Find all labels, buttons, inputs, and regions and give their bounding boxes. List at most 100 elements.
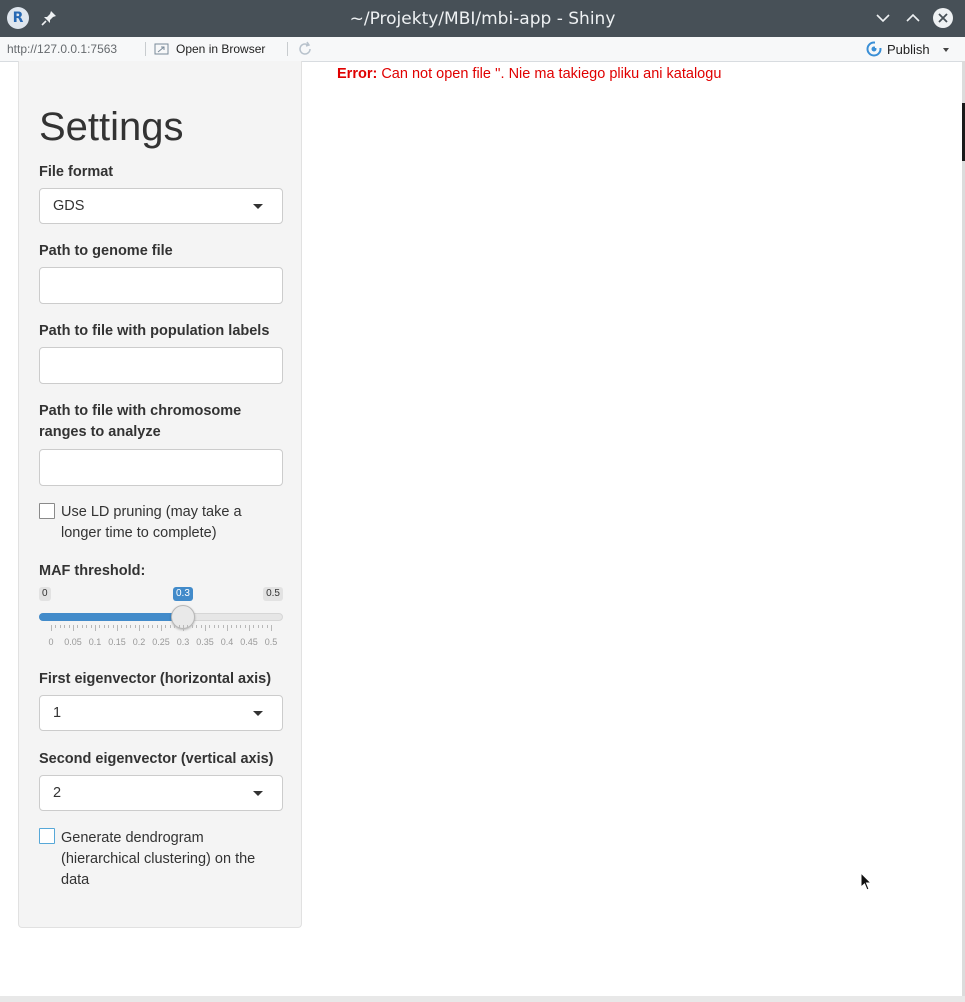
slider-tick bbox=[108, 625, 110, 628]
slider-tick bbox=[266, 625, 268, 628]
ranges-path-label: Path to file with chromosome ranges to a… bbox=[39, 403, 242, 440]
ld-pruning-checkbox[interactable] bbox=[39, 503, 55, 519]
toolbar-separator bbox=[145, 42, 146, 56]
slider-tick bbox=[213, 625, 215, 628]
slider-tick bbox=[68, 625, 70, 628]
window-bottom-strip bbox=[0, 996, 965, 1002]
error-message: Error: Can not open file ''. Nie ma taki… bbox=[337, 66, 721, 82]
slider-tick bbox=[77, 625, 79, 628]
file-format-value: GDS bbox=[53, 198, 85, 214]
genome-path-input[interactable] bbox=[39, 267, 283, 304]
slider-tick bbox=[121, 625, 123, 628]
slider-tick bbox=[139, 625, 140, 631]
ld-pruning-label: Use LD pruning (may take a longer time t… bbox=[61, 504, 242, 541]
slider-tick bbox=[99, 625, 101, 628]
slider-tick bbox=[178, 625, 180, 628]
browser-icon bbox=[154, 43, 169, 55]
ranges-path-input[interactable] bbox=[39, 449, 283, 486]
viewer-toolbar: http://127.0.0.1:7563 Open in Browser Pu… bbox=[0, 37, 965, 62]
toolbar-separator bbox=[287, 42, 288, 56]
chevron-down-icon bbox=[253, 791, 263, 796]
slider-tick bbox=[134, 625, 136, 628]
slider-value-label: 0.3 bbox=[173, 587, 193, 601]
window-titlebar: R ~/Projekty/MBI/mbi-app - Shiny bbox=[0, 0, 965, 37]
settings-sidebar: Settings File format GDS Path to genome … bbox=[18, 61, 302, 928]
slider-tick bbox=[235, 625, 237, 628]
slider-tick bbox=[191, 625, 193, 628]
error-text: Can not open file ''. Nie ma takiego pli… bbox=[381, 66, 722, 82]
maximize-icon[interactable] bbox=[902, 7, 924, 29]
slider-tick bbox=[156, 625, 158, 628]
second-eigenvector-select[interactable]: 2 bbox=[39, 775, 283, 811]
slider-tick-label: 0.2 bbox=[132, 637, 146, 647]
slider-tick bbox=[271, 625, 272, 631]
slider-tick bbox=[143, 625, 145, 628]
slider-tick bbox=[209, 625, 211, 628]
slider-tick bbox=[165, 625, 167, 628]
first-eigenvector-value: 1 bbox=[53, 705, 62, 721]
second-eigenvector-value: 2 bbox=[53, 785, 62, 801]
slider-tick bbox=[249, 625, 250, 631]
second-eigenvector-label: Second eigenvector (vertical axis) bbox=[39, 751, 274, 767]
dendrogram-label: Generate dendrogram (hierarchical cluste… bbox=[61, 830, 256, 888]
open-in-browser-label: Open in Browser bbox=[176, 42, 266, 56]
slider-tick bbox=[112, 625, 114, 628]
window-title: ~/Projekty/MBI/mbi-app - Shiny bbox=[349, 9, 616, 29]
slider-tick bbox=[174, 625, 176, 628]
slider-fill bbox=[39, 613, 183, 621]
population-path-label: Path to file with population labels bbox=[39, 323, 270, 339]
close-icon[interactable] bbox=[932, 7, 954, 29]
slider-tick bbox=[95, 625, 96, 631]
publish-label: Publish bbox=[887, 41, 930, 57]
publish-dropdown-caret-icon[interactable] bbox=[943, 48, 949, 52]
slider-tick bbox=[90, 625, 92, 628]
maf-threshold-slider[interactable]: 0 0.5 0.3 0 0.05 0.1 0.15 0.2 0.25 0.3 0.35 0.4 0… bbox=[39, 583, 283, 653]
population-path-input[interactable] bbox=[39, 347, 283, 384]
error-prefix: Error: bbox=[337, 66, 378, 82]
slider-tick-label: 0.3 bbox=[176, 637, 190, 647]
slider-tick bbox=[59, 625, 61, 628]
slider-tick bbox=[187, 625, 189, 628]
slider-tick bbox=[51, 625, 52, 631]
slider-tick bbox=[231, 625, 233, 628]
slider-tick bbox=[244, 625, 246, 628]
publish-button[interactable]: Publish bbox=[866, 40, 930, 58]
mouse-cursor-icon bbox=[860, 872, 873, 891]
slider-tick-label: 0.15 bbox=[108, 637, 126, 647]
slider-tick bbox=[253, 625, 255, 628]
slider-tick bbox=[161, 625, 162, 631]
slider-max-label: 0.5 bbox=[263, 587, 283, 601]
slider-tick bbox=[200, 625, 202, 628]
slider-tick-label: 0.1 bbox=[88, 637, 102, 647]
url-label: http://127.0.0.1:7563 bbox=[7, 42, 118, 56]
open-in-browser-button[interactable]: Open in Browser bbox=[154, 40, 265, 58]
slider-tick bbox=[103, 625, 105, 628]
slider-tick bbox=[55, 625, 57, 628]
slider-tick-label: 0.25 bbox=[152, 637, 170, 647]
chevron-down-icon bbox=[253, 711, 263, 716]
slider-tick bbox=[117, 625, 118, 631]
slider-tick bbox=[125, 625, 127, 628]
slider-tick bbox=[218, 625, 220, 628]
slider-tick bbox=[152, 625, 154, 628]
slider-tick-label: 0 bbox=[48, 637, 54, 647]
slider-tick bbox=[196, 625, 198, 628]
slider-tick bbox=[262, 625, 264, 628]
slider-tick-label: 0.5 bbox=[264, 637, 278, 647]
minimize-icon[interactable] bbox=[872, 7, 894, 29]
dendrogram-checkbox[interactable] bbox=[39, 828, 55, 844]
maf-threshold-label: MAF threshold: bbox=[39, 563, 146, 579]
file-format-select[interactable]: GDS bbox=[39, 188, 283, 224]
first-eigenvector-label: First eigenvector (horizontal axis) bbox=[39, 671, 272, 687]
slider-tick bbox=[222, 625, 224, 628]
slider-tick bbox=[86, 625, 88, 628]
slider-tick-label: 0.05 bbox=[64, 637, 82, 647]
slider-tick bbox=[257, 625, 259, 628]
slider-tick bbox=[81, 625, 83, 628]
refresh-icon[interactable] bbox=[297, 41, 313, 57]
first-eigenvector-select[interactable]: 1 bbox=[39, 695, 283, 731]
settings-heading: Settings bbox=[39, 105, 184, 149]
slider-tick-label: 0.4 bbox=[220, 637, 234, 647]
slider-tick-label: 0.45 bbox=[240, 637, 258, 647]
slider-tick bbox=[205, 625, 206, 631]
